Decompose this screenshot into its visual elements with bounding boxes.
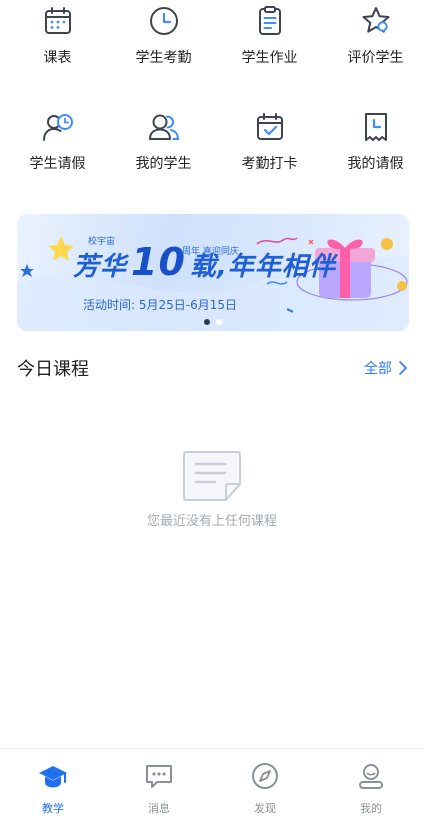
empty-state-text: 您最近没有上任何课程 bbox=[146, 514, 277, 529]
tab-label: 发现 bbox=[254, 802, 276, 815]
clock-icon bbox=[149, 7, 178, 35]
tab-discover[interactable]: 发现 bbox=[212, 749, 318, 816]
calendar-icon bbox=[44, 7, 71, 34]
tab-messages[interactable]: 消息 bbox=[106, 749, 212, 816]
compass-icon bbox=[252, 763, 278, 789]
tab-label: 教学 bbox=[42, 802, 64, 815]
grid-item-student-homework[interactable]: 学生作业 bbox=[221, 4, 318, 67]
main-page: 课表 学生考勤 学生作业 评价学生 学生请假 我的学生 考勤打卡 我的请假 校宇… bbox=[0, 0, 424, 748]
banner-date: 活动时间: 5月25日-6月15日 bbox=[83, 298, 237, 312]
grid-item-label: 考勤打卡 bbox=[241, 156, 298, 172]
grid-item-my-leave[interactable]: 我的请假 bbox=[327, 110, 424, 173]
banner-sub-tag: 周年 喜迎同庆 bbox=[182, 247, 239, 257]
promo-banner[interactable]: 校宇宙 芳华 10 载,年年相伴 周年 喜迎同庆 活动时间: 5月25日-6月15日 bbox=[17, 214, 409, 331]
grid-item-student-attendance[interactable]: 学生考勤 bbox=[115, 4, 212, 67]
grid-item-label: 我的学生 bbox=[135, 156, 192, 172]
grid-item-label: 我的请假 bbox=[347, 156, 404, 172]
empty-state: 您最近没有上任何课程 bbox=[0, 450, 424, 529]
grid-item-evaluate-student[interactable]: 评价学生 bbox=[327, 4, 424, 67]
carousel-indicator bbox=[17, 319, 409, 325]
tab-teaching[interactable]: 教学 bbox=[0, 749, 106, 816]
mortarboard-icon bbox=[39, 766, 67, 788]
carousel-dot-active[interactable] bbox=[204, 319, 210, 325]
grid-item-label: 学生请假 bbox=[29, 156, 86, 172]
carousel-dot[interactable] bbox=[216, 319, 222, 325]
calendar-check-icon bbox=[256, 113, 283, 140]
grid-item-label: 评价学生 bbox=[347, 50, 404, 66]
grid-item-label: 学生考勤 bbox=[135, 50, 192, 66]
tab-label: 我的 bbox=[360, 802, 382, 815]
grid-item-label: 课表 bbox=[43, 50, 72, 66]
view-all-link[interactable]: 全部 bbox=[364, 358, 408, 378]
banner-headline-left: 芳华 bbox=[73, 252, 128, 282]
feature-grid-row-2: 学生请假 我的学生 考勤打卡 我的请假 bbox=[0, 110, 424, 173]
grid-item-attendance-clock-in[interactable]: 考勤打卡 bbox=[221, 110, 318, 173]
tab-profile[interactable]: 我的 bbox=[318, 749, 424, 816]
users-icon bbox=[148, 114, 179, 140]
grid-item-my-students[interactable]: 我的学生 bbox=[115, 110, 212, 173]
grid-item-schedule[interactable]: 课表 bbox=[9, 4, 106, 67]
empty-document-icon bbox=[183, 451, 241, 501]
star-icon bbox=[362, 7, 389, 33]
user-clock-icon bbox=[42, 114, 73, 141]
bottom-tab-bar: 教学 消息 发现 我的 bbox=[0, 748, 424, 816]
chevron-right-icon bbox=[399, 361, 407, 375]
tab-label: 消息 bbox=[148, 802, 170, 815]
clipboard-icon bbox=[258, 6, 281, 35]
message-icon bbox=[146, 765, 172, 788]
section-title-today-courses: 今日课程 bbox=[17, 359, 89, 380]
feature-grid-row-1: 课表 学生考勤 学生作业 评价学生 bbox=[0, 4, 424, 67]
profile-icon bbox=[359, 764, 383, 789]
banner-number: 10 bbox=[131, 240, 186, 284]
receipt-clock-icon bbox=[364, 113, 387, 141]
view-all-label: 全部 bbox=[364, 361, 392, 377]
grid-item-student-leave[interactable]: 学生请假 bbox=[9, 110, 106, 173]
grid-item-label: 学生作业 bbox=[241, 50, 298, 66]
